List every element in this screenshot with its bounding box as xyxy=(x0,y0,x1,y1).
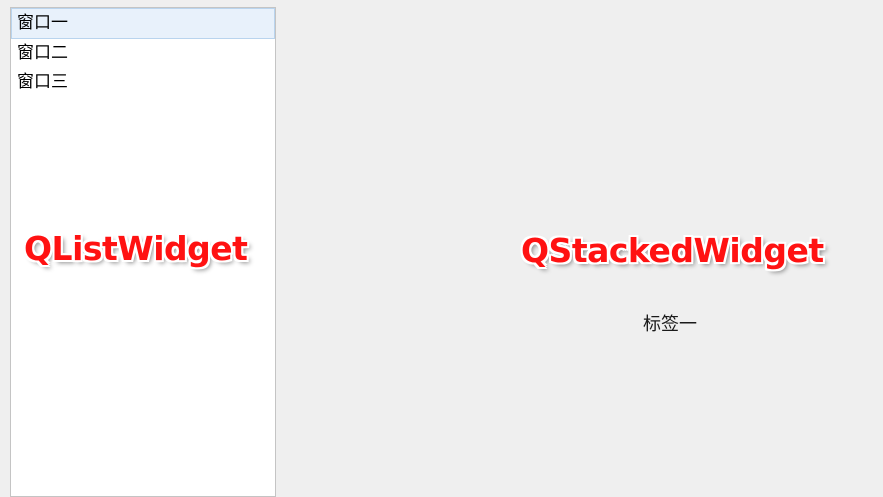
qstackedwidget-annotation: QStackedWidget xyxy=(521,231,824,270)
list-item-window-1[interactable]: 窗口一 xyxy=(11,8,275,39)
list-item-window-2[interactable]: 窗口二 xyxy=(11,39,275,68)
stacked-page-label: 标签一 xyxy=(643,314,697,335)
qlistwidget-annotation: QListWidget xyxy=(24,229,248,268)
list-item-window-3[interactable]: 窗口三 xyxy=(11,68,275,97)
